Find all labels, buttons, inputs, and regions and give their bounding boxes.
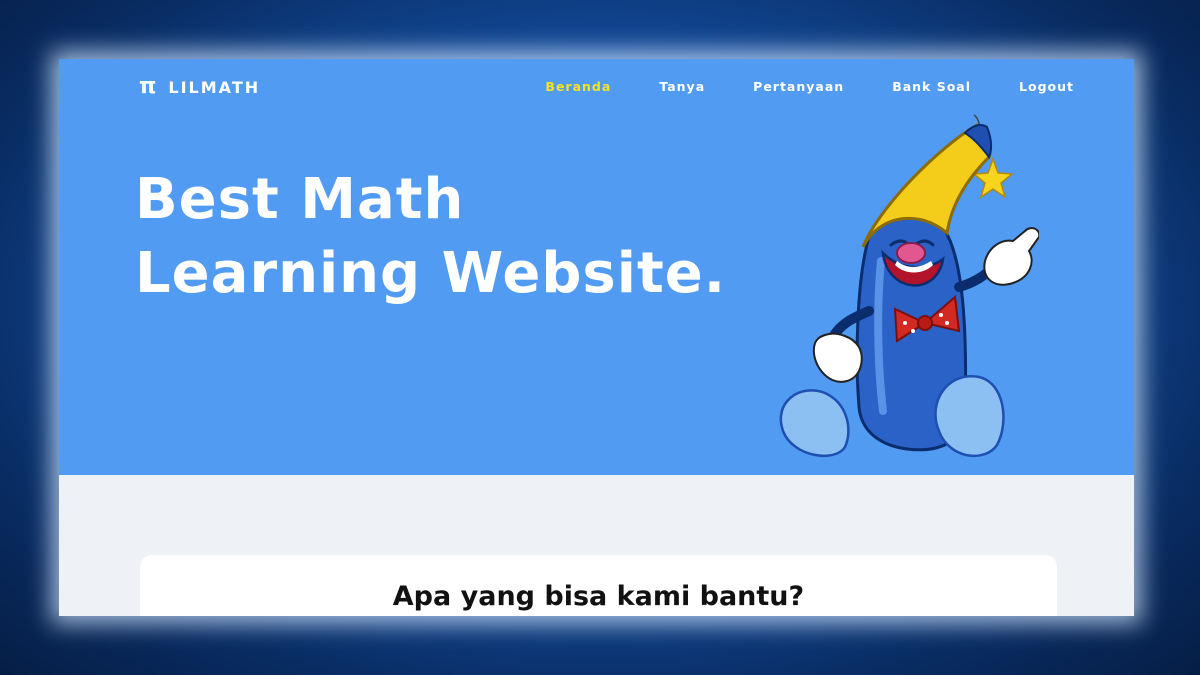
hero-section: π LILMATH Beranda Tanya Pertanyaan Bank … (59, 59, 1134, 475)
pi-icon: π (139, 74, 157, 99)
nav-tanya[interactable]: Tanya (659, 79, 705, 94)
nav-logout[interactable]: Logout (1019, 79, 1074, 94)
right-foot (934, 375, 1005, 458)
left-glove (812, 332, 863, 383)
headline-line-2: Learning Website. (135, 241, 726, 306)
browser-viewport: π LILMATH Beranda Tanya Pertanyaan Bank … (59, 59, 1134, 616)
headline-line-1: Best Math (135, 167, 465, 232)
mascot-nose (896, 242, 926, 264)
left-foot (779, 389, 850, 458)
nav-pertanyaan[interactable]: Pertanyaan (753, 79, 844, 94)
nav-bank-soal[interactable]: Bank Soal (892, 79, 971, 94)
help-card-title: Apa yang bisa kami bantu? (392, 581, 805, 612)
main-nav: Beranda Tanya Pertanyaan Bank Soal Logou… (545, 79, 1074, 94)
hero-headline: Best Math Learning Website. (135, 163, 726, 311)
brand-logo[interactable]: π LILMATH (139, 76, 260, 98)
brand-name: LILMATH (168, 77, 261, 97)
help-card: Apa yang bisa kami bantu? (140, 555, 1057, 616)
right-glove (983, 227, 1039, 286)
pencil-mascot-illustration (779, 114, 1039, 458)
nav-beranda[interactable]: Beranda (545, 79, 611, 94)
